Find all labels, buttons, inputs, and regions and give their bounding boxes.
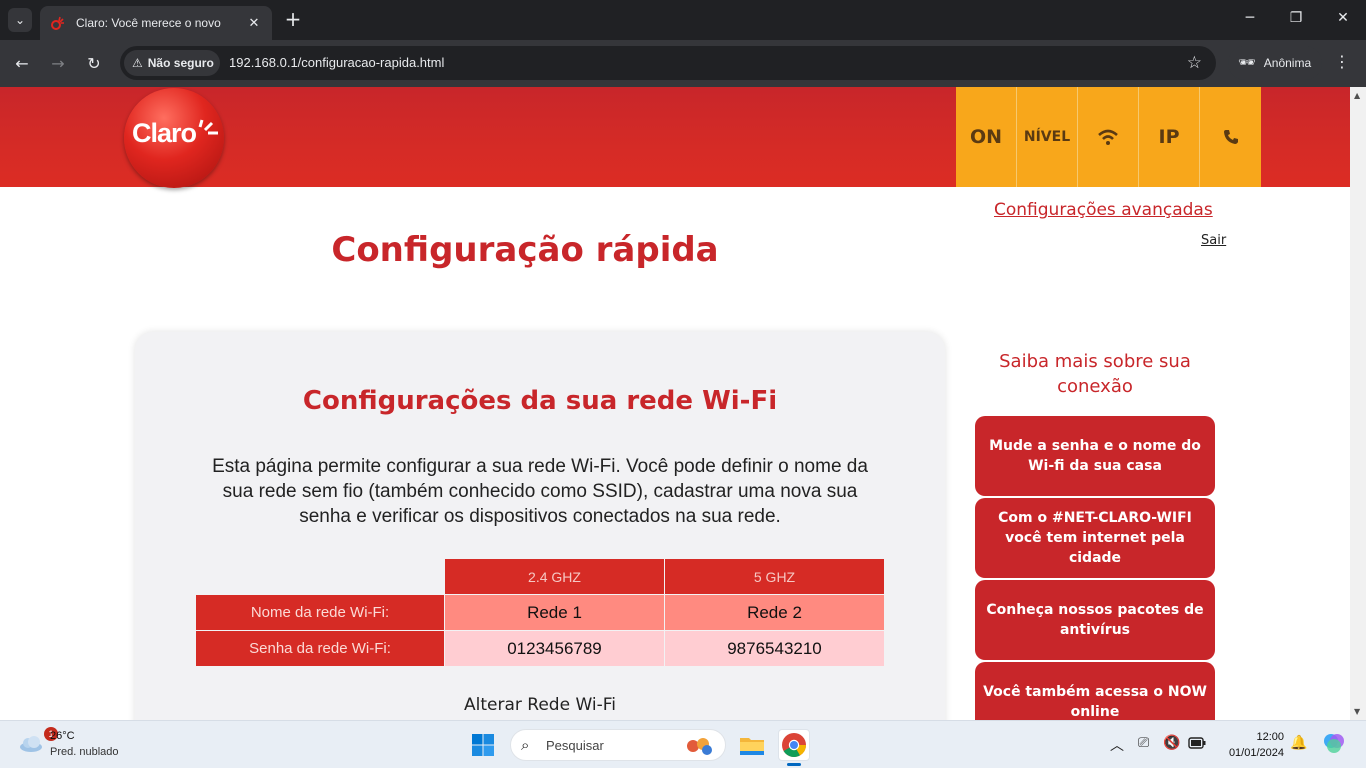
change-wifi-password-button[interactable]: Mude a senha e o nome do Wi-fi da sua ca… — [975, 416, 1215, 496]
chrome-taskbar-button[interactable] — [778, 729, 810, 761]
browser-tabstrip: ⌄ Claro: Você merece o novo ✕ + ─ ❐ ✕ — [0, 0, 1366, 40]
wifi-icon — [1098, 129, 1118, 145]
page-title: Configuração rápida — [331, 230, 719, 270]
ssid-5-value: Rede 2 — [664, 594, 885, 631]
table-row: Senha da rede Wi-Fi: 0123456789 98765432… — [195, 630, 885, 667]
status-ip-label: IP — [1158, 126, 1180, 148]
scroll-down-icon[interactable]: ▼ — [1354, 707, 1360, 716]
incognito-icon: 🕶 — [1238, 55, 1256, 71]
windows-start-icon[interactable] — [471, 733, 495, 757]
phone-icon — [1223, 130, 1238, 144]
file-explorer-icon[interactable] — [736, 729, 768, 761]
claro-favicon-icon — [51, 16, 64, 30]
bookmark-star-icon[interactable]: ☆ — [1187, 53, 1202, 73]
status-level-label: NÍVEL — [1023, 129, 1071, 145]
change-wifi-link[interactable]: Alterar Rede Wi-Fi — [135, 695, 945, 715]
weather-widget[interactable]: 1 26°C Pred. nublado — [14, 727, 144, 763]
password-24-value: 0123456789 — [444, 630, 665, 667]
antivirus-button[interactable]: Conheça nossos pacotes de antivírus — [975, 580, 1215, 660]
active-app-indicator — [787, 763, 801, 766]
now-online-button[interactable]: Você também acessa o NOW online — [975, 662, 1215, 720]
advanced-settings-link[interactable]: Configurações avançadas — [994, 200, 1213, 220]
search-highlight-icon — [687, 738, 712, 755]
band-5-header: 5 GHZ — [664, 558, 885, 595]
search-icon: ⌕ — [521, 736, 530, 754]
windows-taskbar: 1 26°C Pred. nublado ⌕ Pesquisar ︿ ⎚ 🔇 1… — [0, 720, 1366, 768]
table-header-row: 2.4 GHZ 5 GHZ — [196, 558, 885, 595]
chrome-icon — [782, 733, 806, 758]
ssid-row-label: Nome da rede Wi-Fi: — [195, 594, 445, 631]
wifi-table: 2.4 GHZ 5 GHZ Nome da rede Wi-Fi: Rede 1… — [195, 558, 885, 667]
scroll-up-icon[interactable]: ▲ — [1354, 91, 1360, 100]
password-row-label: Senha da rede Wi-Fi: — [195, 630, 445, 667]
net-claro-wifi-button[interactable]: Com o #NET-CLARO-WIFI você tem internet … — [975, 498, 1215, 578]
status-on[interactable]: ON — [956, 87, 1017, 187]
table-row: Nome da rede Wi-Fi: Rede 1 Rede 2 — [195, 594, 885, 631]
clock-time: 12:00 — [1256, 731, 1284, 743]
wifi-settings-card: Configurações da sua rede Wi-Fi Esta pág… — [135, 332, 945, 720]
status-phone[interactable] — [1200, 87, 1261, 187]
band-24-header: 2.4 GHZ — [444, 558, 665, 595]
notification-bell-icon[interactable]: 🔔 — [1290, 735, 1307, 751]
network-icon[interactable]: ⎚ — [1138, 735, 1149, 751]
sidebar-title: Saiba mais sobre sua conexão — [999, 351, 1191, 397]
address-bar[interactable]: ⚠ Não seguro 192.168.0.1/configuracao-ra… — [120, 46, 1216, 80]
status-ip[interactable]: IP — [1139, 87, 1200, 187]
close-window-icon[interactable]: ✕ — [1333, 10, 1353, 30]
security-label: Não seguro — [147, 56, 214, 70]
ssid-24-value: Rede 1 — [444, 594, 665, 631]
status-level[interactable]: NÍVEL — [1017, 87, 1078, 187]
cloud-icon — [20, 736, 42, 752]
browser-menu-icon[interactable]: ⋮ — [1334, 52, 1350, 71]
temperature: 26°C — [50, 730, 75, 742]
clock-date: 01/01/2024 — [1228, 747, 1284, 759]
restore-icon[interactable]: ❐ — [1286, 10, 1306, 30]
security-chip[interactable]: ⚠ Não seguro — [124, 50, 220, 76]
reload-icon[interactable]: ↻ — [82, 52, 106, 76]
browser-toolbar: ← → ↻ ⚠ Não seguro 192.168.0.1/configura… — [0, 40, 1366, 87]
back-icon[interactable]: ← — [10, 52, 34, 76]
system-clock[interactable]: 12:00 01/01/2024 — [1216, 729, 1284, 761]
incognito-label: Anônima — [1263, 56, 1312, 70]
url-text[interactable]: 192.168.0.1/configuracao-rapida.html — [229, 55, 444, 70]
status-on-label: ON — [969, 126, 1003, 148]
show-hidden-icons[interactable]: ︿ — [1110, 735, 1124, 755]
battery-icon[interactable] — [1188, 737, 1206, 749]
card-description: Esta página permite configurar a sua red… — [212, 456, 868, 527]
minimize-icon[interactable]: ─ — [1240, 10, 1260, 30]
forward-icon[interactable]: → — [46, 52, 70, 76]
card-title: Configurações da sua rede Wi-Fi — [302, 386, 778, 416]
logo-text: Claro — [132, 118, 197, 148]
page-viewport: Claro ON NÍVEL IP Configurações avançada… — [0, 87, 1350, 720]
search-placeholder: Pesquisar — [546, 738, 604, 753]
copilot-icon[interactable] — [1322, 731, 1346, 755]
close-tab-icon[interactable]: ✕ — [246, 16, 262, 31]
status-icons: ON NÍVEL IP — [956, 87, 1261, 187]
site-header: Claro ON NÍVEL IP — [0, 87, 1350, 188]
new-tab-button[interactable]: + — [282, 8, 304, 30]
incognito-profile-button[interactable]: 🕶 Anônima — [1228, 46, 1322, 80]
tab-title: Claro: Você merece o novo — [76, 16, 221, 30]
claro-logo[interactable]: Claro — [124, 88, 224, 188]
volume-muted-icon[interactable]: 🔇 — [1163, 735, 1180, 751]
logout-link[interactable]: Sair — [1201, 233, 1226, 248]
table-corner — [196, 559, 445, 595]
weather-condition: Pred. nublado — [50, 746, 119, 758]
password-5-value: 9876543210 — [664, 630, 885, 667]
tab-search-button[interactable]: ⌄ — [8, 8, 32, 32]
warning-icon: ⚠ — [132, 56, 143, 70]
page-scrollbar[interactable]: ▲ ▼ — [1350, 87, 1366, 720]
logo-rays-icon — [198, 119, 218, 135]
taskbar-search[interactable]: ⌕ Pesquisar — [510, 729, 726, 761]
status-wifi[interactable] — [1078, 87, 1139, 187]
browser-tab[interactable]: Claro: Você merece o novo ✕ — [40, 6, 272, 40]
